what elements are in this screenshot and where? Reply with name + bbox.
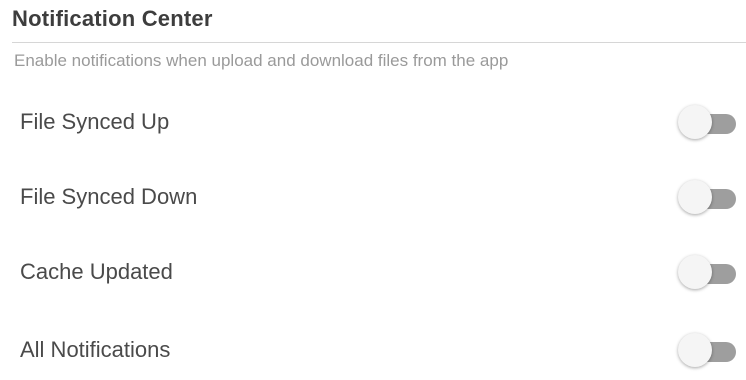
section-divider (12, 42, 746, 43)
setting-row-file-synced-down: File Synced Down (0, 167, 746, 227)
setting-row-file-synced-up: File Synced Up (0, 92, 746, 152)
cache-updated-toggle[interactable] (678, 254, 742, 290)
setting-label: File Synced Down (20, 184, 198, 209)
setting-row-all-notifications: All Notifications (0, 320, 746, 380)
setting-label: File Synced Up (20, 109, 170, 134)
section-title: Notification Center (12, 6, 213, 31)
toggle-thumb (678, 255, 712, 289)
toggle-thumb (678, 333, 712, 367)
notification-center-panel: Notification Center Enable notifications… (0, 0, 746, 368)
section-description: Enable notifications when upload and dow… (14, 51, 509, 70)
setting-label: Cache Updated (20, 259, 173, 284)
all-notifications-toggle[interactable] (678, 332, 742, 368)
file-synced-up-toggle[interactable] (678, 104, 742, 140)
setting-label: All Notifications (20, 337, 171, 362)
toggle-thumb (678, 105, 712, 139)
toggle-thumb (678, 180, 712, 214)
file-synced-down-toggle[interactable] (678, 179, 742, 215)
setting-row-cache-updated: Cache Updated (0, 242, 746, 302)
